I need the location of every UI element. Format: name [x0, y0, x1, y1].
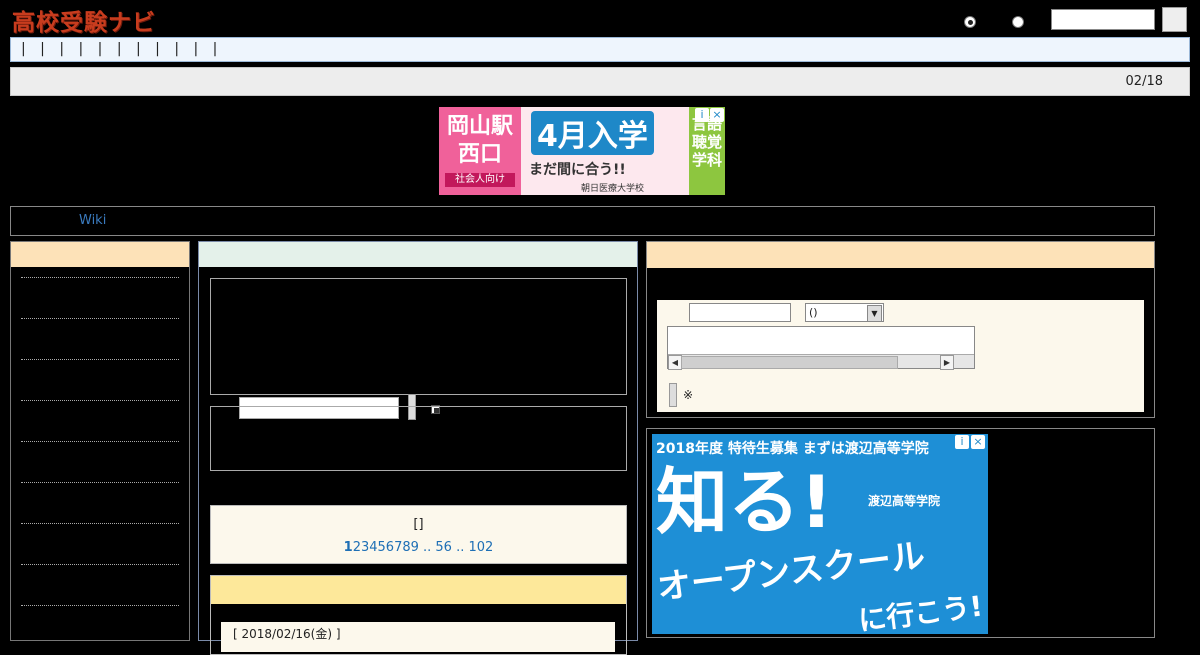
nav-bar[interactable]: | | | | | | | | | | |: [10, 37, 1190, 62]
info-bar: 02/18: [10, 67, 1190, 96]
ad-left-panel: 岡山駅西口 社会人向け: [439, 107, 521, 195]
pager-page-links[interactable]: 23456789 .. 56 .. 102: [353, 540, 494, 555]
ad-info-icon[interactable]: i: [695, 108, 709, 122]
post-list-panel: [ 2018/02/16(金) ]: [210, 575, 627, 655]
top-banner-ad[interactable]: 岡山駅西口 社会人向け 4月入学 まだ間に合う!! 朝日医療大学校 言語聴覚学科…: [439, 107, 725, 195]
main-column: [] 123456789 .. 56 .. 102 [ 2018/02/16(金…: [198, 241, 638, 655]
site-logo[interactable]: 高校受験ナビ: [12, 3, 156, 37]
name-field[interactable]: [689, 303, 791, 322]
chevron-down-icon: ▼: [867, 305, 882, 322]
ad-right-text: 言語聴覚学科: [691, 115, 722, 169]
ad-right-school: 渡辺高等学院: [868, 494, 941, 508]
comment-form-panel: () ▼ ◀ ▶ ※: [646, 241, 1155, 418]
sidebar-divider: [21, 400, 179, 401]
ad-left-sub: 社会人向け: [445, 173, 515, 187]
submit-button[interactable]: [669, 383, 677, 407]
sidebar-divider: [21, 605, 179, 606]
scroll-left-icon[interactable]: ◀: [668, 355, 682, 370]
ad-info-icon[interactable]: i: [955, 435, 969, 449]
ad-right-big: 知る!: [656, 460, 833, 544]
ad-school: 朝日医療大学校: [581, 184, 645, 194]
sidebar-divider: [21, 277, 179, 278]
comment-textarea[interactable]: ◀ ▶: [667, 326, 975, 370]
sidebar-divider: [21, 318, 179, 319]
ad-right-headline: 2018年度 特待生募集 まずは渡辺高等学院: [656, 441, 929, 457]
sidebar-divider: [21, 523, 179, 524]
wiki-link[interactable]: Wiki: [79, 213, 106, 228]
post-item[interactable]: [ 2018/02/16(金) ]: [221, 622, 615, 652]
sidebar-divider: [21, 441, 179, 442]
ad-center-panel: 4月入学 まだ間に合う!! 朝日医療大学校: [521, 107, 689, 195]
ad-sub: まだ間に合う!!: [529, 162, 626, 178]
search-radio-site[interactable]: [964, 16, 976, 28]
pager-links[interactable]: 123456789 .. 56 .. 102: [211, 540, 626, 555]
search-box-panel: [210, 278, 627, 420]
sidebar-divider: [21, 359, 179, 360]
right-banner-ad[interactable]: 2018年度 特待生募集 まずは渡辺高等学院 知る! 渡辺高等学院 オープンスク…: [652, 434, 988, 634]
pager: [] 123456789 .. 56 .. 102: [210, 505, 627, 564]
comment-scrollbar[interactable]: ◀ ▶: [668, 354, 974, 370]
wiki-bar: Wiki: [10, 206, 1155, 236]
mail-select-value: (): [809, 306, 818, 319]
post-list-header: [211, 576, 626, 604]
update-date: 02/18: [1125, 74, 1163, 89]
ad-close-icon[interactable]: ×: [710, 108, 724, 122]
scroll-right-icon[interactable]: ▶: [940, 355, 954, 370]
sidebar-divider: [21, 482, 179, 483]
sidebar-divider: [21, 564, 179, 565]
left-sidebar-header: [11, 242, 189, 267]
info-panel: [210, 406, 627, 471]
mail-select[interactable]: () ▼: [805, 303, 884, 322]
ad-close-icon[interactable]: ×: [971, 435, 985, 449]
comment-form-header: [647, 242, 1154, 268]
search-input[interactable]: [1051, 9, 1155, 30]
ad-left-text: 岡山駅西口: [446, 114, 513, 167]
scroll-thumb[interactable]: [681, 356, 898, 369]
search-radio-web[interactable]: [1012, 16, 1024, 28]
search-button[interactable]: [1162, 7, 1187, 32]
comment-form: () ▼ ◀ ▶ ※: [657, 300, 1144, 412]
main-column-header: [199, 242, 637, 267]
ad-headline: 4月入学: [531, 111, 654, 155]
pager-current: 1: [343, 540, 353, 555]
left-sidebar: [10, 241, 190, 641]
ad-right-go: に行こう!: [856, 589, 985, 634]
pager-label: []: [413, 517, 424, 532]
form-note: ※: [683, 388, 694, 402]
